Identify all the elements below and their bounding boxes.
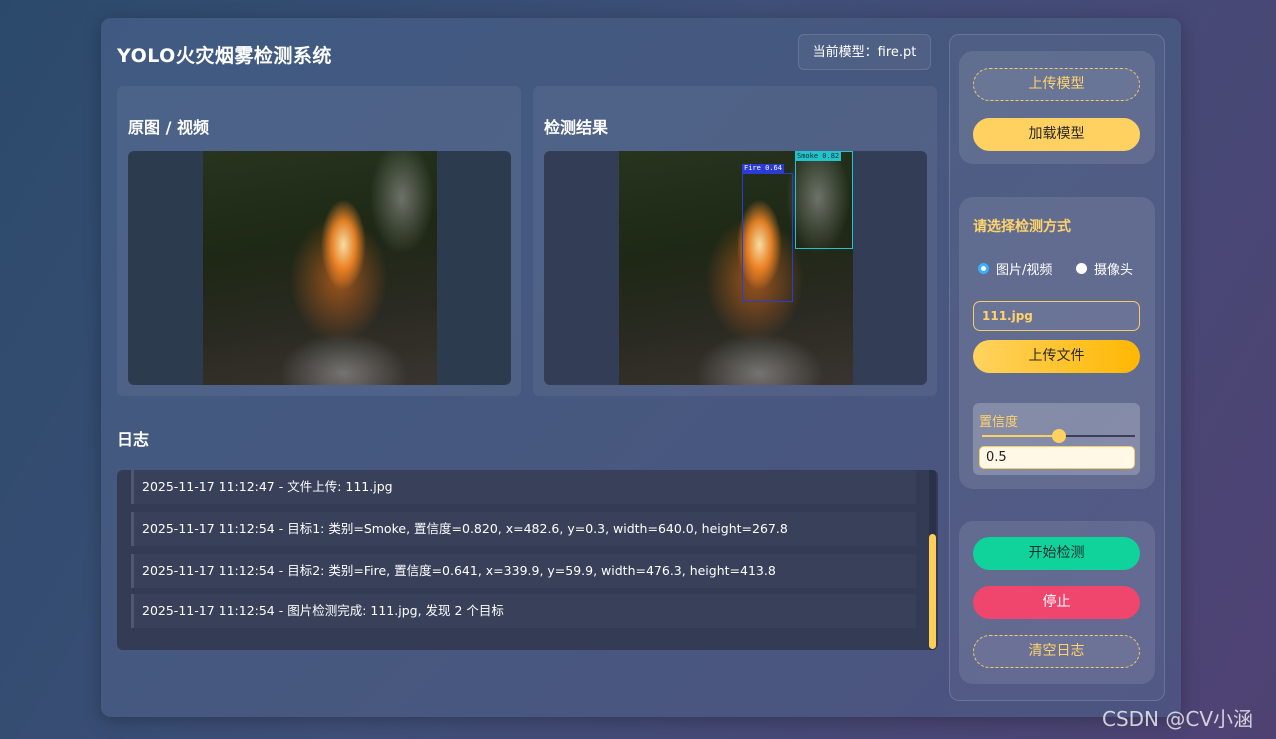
radio-label: 摄像头 (1094, 263, 1134, 278)
radio-label: 图片/视频 (996, 263, 1053, 278)
fire-bounding-box: Fire 0.64 (742, 164, 793, 302)
radio-image-video[interactable]: 图片/视频 (978, 259, 1052, 278)
app-title: YOLO火灾烟雾检测系统 (117, 45, 332, 67)
current-model-badge: 当前模型：fire.pt (798, 34, 931, 70)
log-entry: 2025-11-17 11:12:47 - 文件上传: 111.jpg (131, 470, 916, 504)
upload-model-button[interactable]: 上传模型 (973, 68, 1140, 101)
original-image-frame (128, 151, 511, 385)
confidence-input[interactable]: 0.5 (979, 446, 1135, 469)
confidence-slider-thumb[interactable] (1051, 429, 1066, 443)
radio-checked-icon (978, 263, 989, 274)
detection-mode-title: 请选择检测方式 (973, 219, 1071, 235)
original-image-title: 原图 / 视频 (128, 118, 209, 137)
result-image-frame: Fire 0.64 Smoke 0.82 (544, 151, 927, 385)
original-image-card: 原图 / 视频 (117, 86, 521, 396)
confidence-slider-fill (982, 435, 1059, 437)
log-entry: 2025-11-17 11:12:54 - 目标1: 类别=Smoke, 置信度… (131, 512, 916, 546)
original-photo (203, 151, 437, 385)
smoke-bounding-box: Smoke 0.82 (795, 151, 853, 249)
log-panel[interactable]: 2025-11-17 11:12:47 - 文件上传: 111.jpg 2025… (117, 470, 938, 650)
load-model-button[interactable]: 加载模型 (973, 118, 1140, 151)
log-entry: 2025-11-17 11:12:54 - 图片检测完成: 111.jpg, 发… (131, 594, 916, 628)
stop-button[interactable]: 停止 (973, 586, 1140, 619)
result-image-card: 检测结果 Fire 0.64 Smoke 0.82 (533, 86, 937, 396)
start-detection-button[interactable]: 开始检测 (973, 537, 1140, 570)
log-title: 日志 (117, 430, 150, 449)
upload-file-button[interactable]: 上传文件 (973, 340, 1140, 373)
selected-file-field[interactable]: 111.jpg (973, 301, 1140, 331)
smoke-box-label: Smoke 0.82 (795, 152, 842, 161)
result-image-title: 检测结果 (544, 118, 609, 137)
result-photo: Fire 0.64 Smoke 0.82 (619, 151, 853, 385)
radio-camera[interactable]: 摄像头 (1076, 259, 1133, 278)
log-entry: 2025-11-17 11:12:54 - 目标2: 类别=Fire, 置信度=… (131, 554, 916, 588)
confidence-label: 置信度 (979, 415, 1019, 430)
radio-unchecked-icon (1076, 263, 1087, 274)
confidence-control: 置信度 0.5 (973, 403, 1140, 475)
log-scrollbar-thumb[interactable] (929, 534, 936, 649)
fire-box-label: Fire 0.64 (742, 164, 784, 173)
clear-log-button[interactable]: 清空日志 (973, 635, 1140, 668)
watermark: CSDN @CV小涵 (1102, 707, 1254, 731)
